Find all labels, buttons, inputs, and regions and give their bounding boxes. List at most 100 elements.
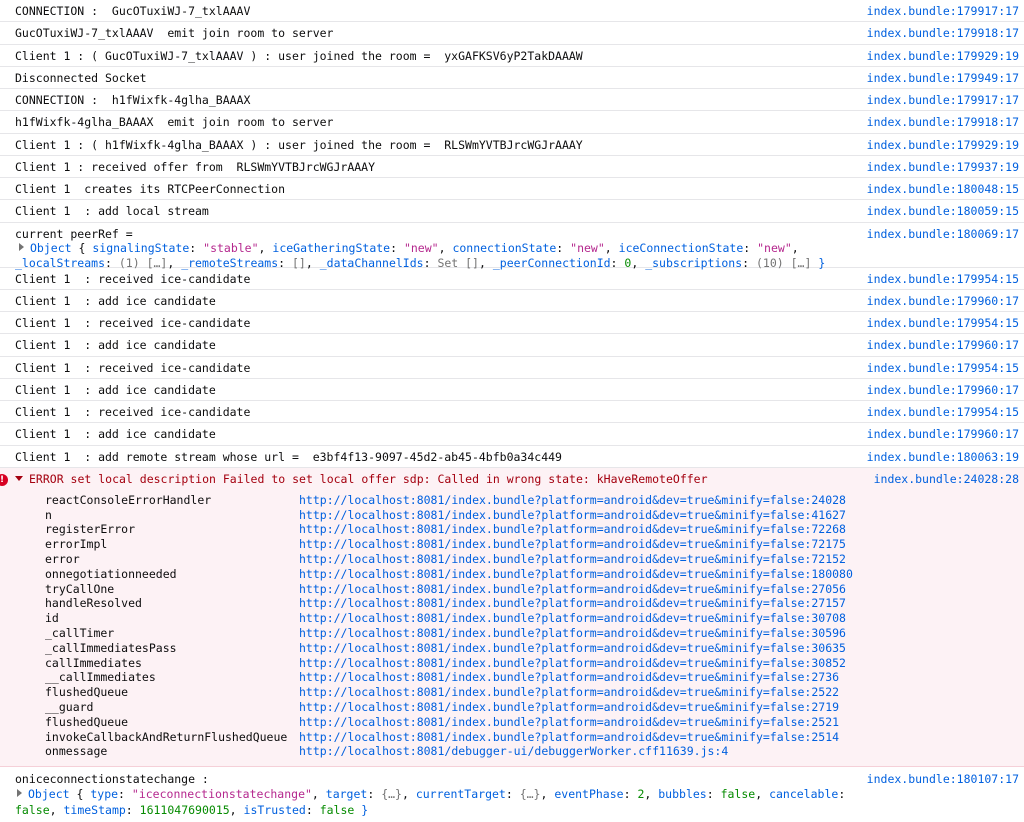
source-link[interactable]: index.bundle:179917:17: [867, 93, 1019, 107]
stack-frame: id http://localhost:8081/index.bundle?pla…: [0, 611, 1024, 626]
stack-function-name: __callImmediates: [45, 670, 156, 685]
log-row: Client 1 : add ice candidate index.bundle…: [0, 290, 1024, 312]
stack-location-link[interactable]: http://localhost:8081/index.bundle?platf…: [299, 730, 839, 745]
source-link[interactable]: index.bundle:179918:17: [867, 26, 1019, 40]
source-link[interactable]: index.bundle:180048:15: [867, 182, 1019, 196]
stack-location-link[interactable]: http://localhost:8081/index.bundle?platf…: [299, 582, 846, 597]
stack-frame: _callTimer http://localhost:8081/index.bu…: [0, 626, 1024, 641]
stack-function-name: reactConsoleErrorHandler: [45, 492, 212, 507]
log-row: Client 1 : received ice-candidate index.b…: [0, 401, 1024, 424]
object-preview[interactable]: Object { signalingState: "stable", iceGa…: [15, 241, 1009, 256]
source-link[interactable]: index.bundle:179929:19: [867, 138, 1019, 152]
stack-function-name: onnegotiationneeded: [45, 566, 177, 581]
log-row: Disconnected Socket index.bundle:179949:1…: [0, 67, 1024, 89]
source-link[interactable]: index.bundle:179954:15: [867, 272, 1019, 286]
stack-function-name: flushedQueue: [45, 685, 129, 700]
stack-function-name: _callImmediatesPass: [45, 640, 177, 655]
stack-location-link[interactable]: http://localhost:8081/index.bundle?platf…: [299, 715, 839, 730]
log-text: current peerRef =: [15, 226, 133, 241]
log-row: Client 1 : ( GucOTuxiWJ-7_txlAAAV ) : us…: [0, 45, 1024, 67]
error-header: ERROR set local description Failed to se…: [0, 468, 1024, 486]
log-row: Client 1 : received ice-candidate index.b…: [0, 268, 1024, 290]
stack-location-link[interactable]: http://localhost:8081/index.bundle?platf…: [299, 611, 846, 626]
source-link[interactable]: index.bundle:179917:17: [867, 4, 1019, 18]
stack-location-link[interactable]: http://localhost:8081/index.bundle?platf…: [299, 641, 846, 656]
stack-frame: __callImmediates http://localhost:8081/in…: [0, 670, 1024, 685]
stack-frame: __guard http://localhost:8081/index.bundl…: [0, 700, 1024, 715]
log-row: Client 1 : add ice candidate index.bundle…: [0, 379, 1024, 401]
source-link[interactable]: index.bundle:179949:17: [867, 71, 1019, 85]
stack-function-name: _callTimer: [45, 625, 115, 640]
stack-location-link[interactable]: http://localhost:8081/index.bundle?platf…: [299, 685, 839, 700]
source-link[interactable]: index.bundle:179960:17: [867, 294, 1019, 308]
stack-frame: errorImpl http://localhost:8081/index.bun…: [0, 537, 1024, 552]
log-text: oniceconnectionstatechange :: [15, 771, 209, 786]
stack-frame: handleResolved http://localhost:8081/inde…: [0, 596, 1024, 611]
source-link[interactable]: index.bundle:180063:19: [867, 450, 1019, 464]
stack-frame: _callImmediatesPass http://localhost:8081…: [0, 641, 1024, 656]
stack-function-name: errorImpl: [45, 537, 108, 552]
source-link[interactable]: index.bundle:179954:15: [867, 405, 1019, 419]
log-row: GucOTuxiWJ-7_txlAAAV emit join room to s…: [0, 22, 1024, 45]
stack-location-link[interactable]: http://localhost:8081/index.bundle?platf…: [299, 552, 846, 567]
stack-location-link[interactable]: http://localhost:8081/index.bundle?platf…: [299, 493, 846, 508]
stack-frame: onmessage http://localhost:8081/debugger-…: [0, 744, 1024, 759]
stack-frame: n http://localhost:8081/index.bundle?plat…: [0, 508, 1024, 523]
stack-function-name: n: [45, 507, 52, 522]
stack-location-link[interactable]: http://localhost:8081/index.bundle?platf…: [299, 537, 846, 552]
log-row-peer-ref: current peerRef = Object { signalingStat…: [0, 223, 1024, 270]
stack-function-name: onmessage: [45, 744, 108, 759]
stack-location-link[interactable]: http://localhost:8081/index.bundle?platf…: [299, 700, 839, 715]
log-row: CONNECTION : h1fWixfk-4glha_BAAAX index.b…: [0, 89, 1024, 112]
stack-frame: reactConsoleErrorHandler http://localhost…: [0, 493, 1024, 508]
source-link[interactable]: index.bundle:179929:19: [867, 49, 1019, 63]
console-output: CONNECTION : GucOTuxiWJ-7_txlAAAV index.b…: [0, 0, 1024, 822]
stack-location-link[interactable]: http://localhost:8081/debugger-ui/debugg…: [299, 744, 728, 759]
source-link[interactable]: index.bundle:180059:15: [867, 204, 1019, 218]
source-link[interactable]: index.bundle:179960:17: [867, 383, 1019, 397]
source-link[interactable]: index.bundle:179954:15: [867, 361, 1019, 375]
stack-frame: error http://localhost:8081/index.bundle?…: [0, 552, 1024, 567]
source-link[interactable]: index.bundle:179937:19: [867, 160, 1019, 174]
stack-frame: onnegotiationneeded http://localhost:8081…: [0, 567, 1024, 582]
stack-location-link[interactable]: http://localhost:8081/index.bundle?platf…: [299, 656, 846, 671]
log-row: h1fWixfk-4glha_BAAAX emit join room to s…: [0, 111, 1024, 134]
log-row: Client 1 : add ice candidate index.bundle…: [0, 334, 1024, 357]
stack-function-name: id: [45, 611, 59, 626]
source-link[interactable]: index.bundle:24028:28: [874, 472, 1019, 486]
stack-frame: flushedQueue http://localhost:8081/index.…: [0, 685, 1024, 700]
stack-function-name: handleResolved: [45, 596, 142, 611]
stack-location-link[interactable]: http://localhost:8081/index.bundle?platf…: [299, 596, 846, 611]
stack-trace: reactConsoleErrorHandler http://localhost…: [0, 493, 1024, 759]
log-row: Client 1 : received offer from RLSWmYVTB…: [0, 156, 1024, 178]
stack-function-name: tryCallOne: [45, 581, 115, 596]
log-row: CONNECTION : GucOTuxiWJ-7_txlAAAV index.b…: [0, 0, 1024, 23]
stack-frame: flushedQueue http://localhost:8081/index.…: [0, 715, 1024, 730]
source-link[interactable]: index.bundle:179954:15: [867, 316, 1019, 330]
error-text: ERROR set local description Failed to se…: [29, 471, 708, 486]
log-row: Client 1 : add remote stream whose url =…: [0, 446, 1024, 468]
stack-location-link[interactable]: http://localhost:8081/index.bundle?platf…: [299, 508, 846, 523]
object-preview[interactable]: Object { type: "iceconnectionstatechange…: [15, 787, 1009, 803]
stack-location-link[interactable]: http://localhost:8081/index.bundle?platf…: [299, 626, 846, 641]
source-link[interactable]: index.bundle:179960:17: [867, 338, 1019, 352]
source-link[interactable]: index.bundle:180107:17: [867, 772, 1019, 786]
expand-triangle-icon[interactable]: [17, 789, 22, 798]
expand-triangle-icon[interactable]: [19, 242, 24, 251]
log-row: Client 1 : received ice-candidate index.b…: [0, 312, 1024, 335]
stack-location-link[interactable]: http://localhost:8081/index.bundle?platf…: [299, 567, 853, 582]
source-link[interactable]: index.bundle:179960:17: [867, 427, 1019, 441]
log-row: Client 1 : add ice candidate index.bundle…: [0, 423, 1024, 446]
stack-function-name: callImmediates: [45, 655, 142, 670]
source-link[interactable]: index.bundle:179918:17: [867, 115, 1019, 129]
stack-location-link[interactable]: http://localhost:8081/index.bundle?platf…: [299, 522, 846, 537]
object-preview-cont: false, timeStamp: 1611047690015, isTrust…: [15, 802, 369, 817]
stack-location-link[interactable]: http://localhost:8081/index.bundle?platf…: [299, 670, 839, 685]
stack-function-name: flushedQueue: [45, 714, 129, 729]
collapse-triangle-icon[interactable]: [15, 475, 23, 481]
stack-frame: callImmediates http://localhost:8081/inde…: [0, 656, 1024, 671]
stack-function-name: registerError: [45, 522, 136, 537]
log-row: Client 1 : add local stream index.bundle:…: [0, 200, 1024, 223]
source-link[interactable]: index.bundle:180069:17: [867, 227, 1019, 241]
stack-function-name: __guard: [45, 699, 94, 714]
